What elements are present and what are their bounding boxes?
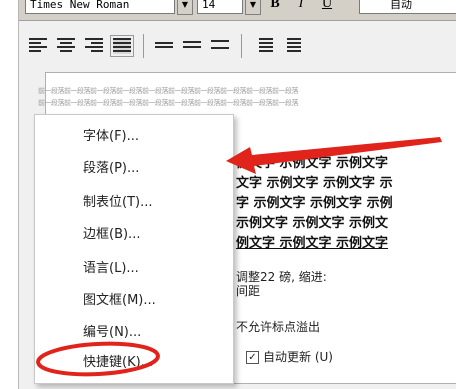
red-arrow-annotation [226,137,442,174]
